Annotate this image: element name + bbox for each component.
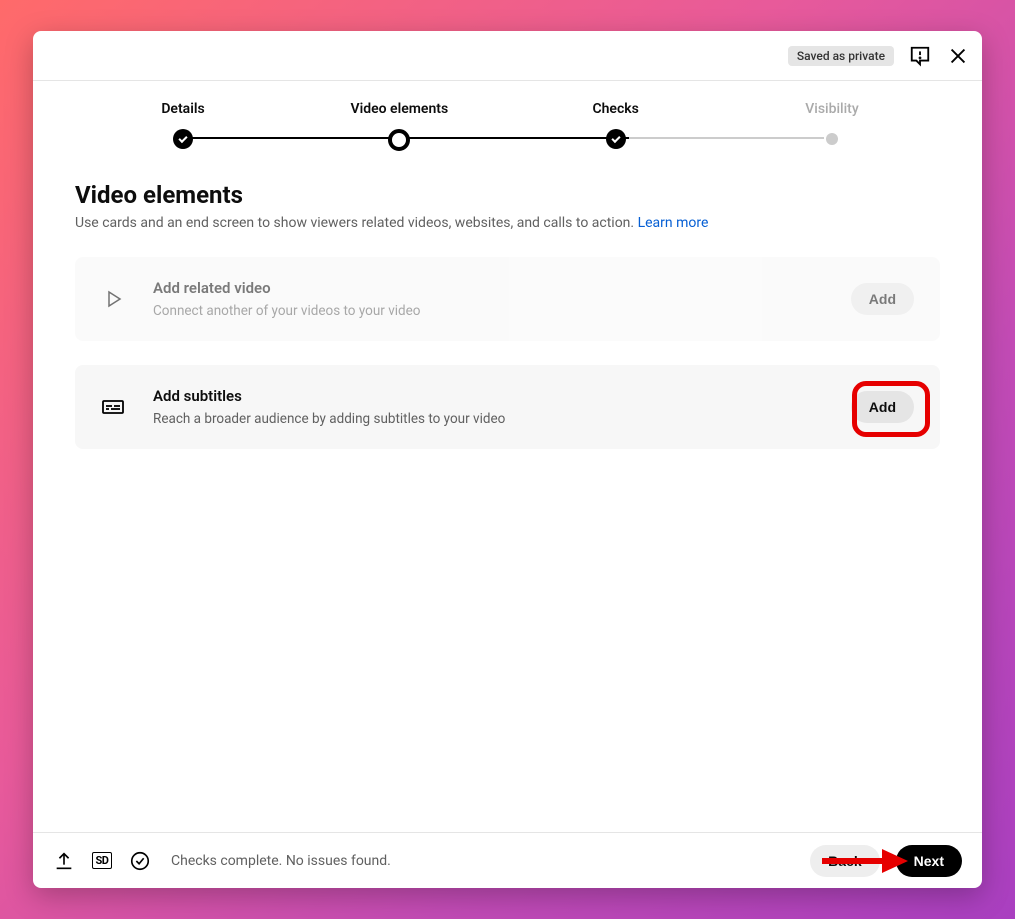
card-subtitle: Connect another of your videos to your v… [153, 303, 823, 319]
back-button[interactable]: Back [810, 845, 879, 877]
footer-status-text: Checks complete. No issues found. [171, 853, 391, 869]
video-quality-icon[interactable]: SD [91, 850, 113, 872]
step-video-elements[interactable]: Video elements [359, 101, 439, 151]
checks-complete-icon[interactable] [129, 850, 151, 872]
feedback-icon[interactable] [908, 44, 932, 68]
upload-icon[interactable] [53, 850, 75, 872]
page-description: Use cards and an end screen to show view… [75, 215, 940, 231]
close-icon[interactable] [946, 44, 970, 68]
card-title: Add related video [153, 279, 823, 297]
pending-step-icon [826, 133, 838, 145]
add-related-video-button: Add [851, 283, 914, 315]
card-subtitle: Reach a broader audience by adding subti… [153, 411, 823, 427]
step-visibility[interactable]: Visibility [792, 101, 872, 145]
current-step-icon [388, 129, 410, 151]
card-subtitles: Add subtitles Reach a broader audience b… [75, 365, 940, 449]
learn-more-link[interactable]: Learn more [638, 215, 709, 231]
saved-status-badge: Saved as private [788, 46, 894, 66]
modal-footer: SD Checks complete. No issues found. Bac… [33, 832, 982, 888]
stepper: Details Video elements Checks Visibility [33, 81, 982, 151]
card-related-video: Add related video Connect another of you… [75, 257, 940, 341]
step-checks[interactable]: Checks [576, 101, 656, 149]
next-button[interactable]: Next [896, 845, 962, 877]
subtitles-icon [101, 395, 125, 419]
modal-header: Saved as private [33, 31, 982, 81]
upload-modal: Saved as private Details [33, 31, 982, 888]
content-area: Video elements Use cards and an end scre… [33, 151, 982, 832]
play-icon [101, 287, 125, 311]
page-title: Video elements [75, 181, 940, 209]
check-icon [173, 129, 193, 149]
check-icon [606, 129, 626, 149]
add-subtitles-button[interactable]: Add [851, 391, 914, 423]
card-title: Add subtitles [153, 387, 823, 405]
step-details[interactable]: Details [143, 101, 223, 149]
